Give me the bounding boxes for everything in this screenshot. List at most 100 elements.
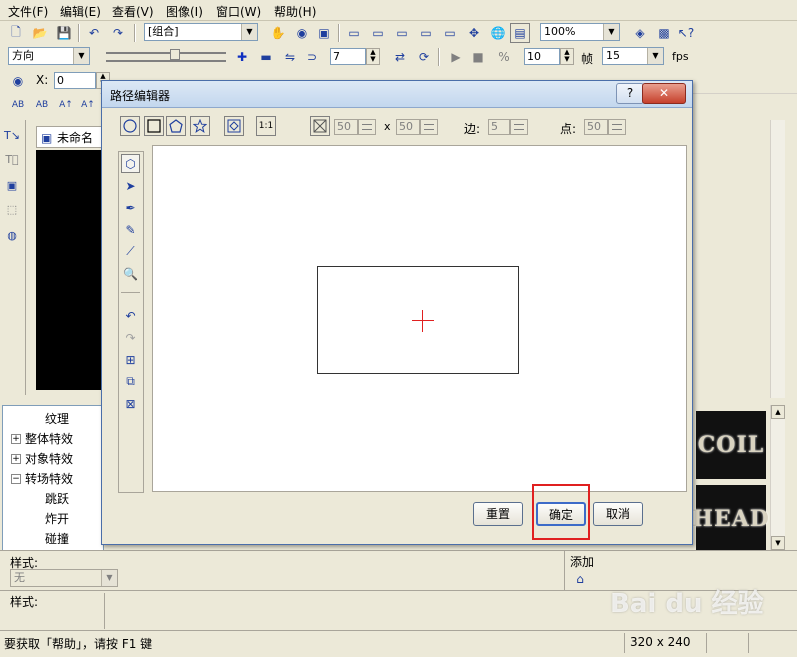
select-icon[interactable]: ⬚	[3, 200, 21, 218]
node-edit-icon[interactable]: ⟋	[121, 242, 140, 261]
menu-image[interactable]: 图像(I)	[166, 3, 203, 20]
menu-view[interactable]: 查看(V)	[112, 3, 154, 20]
value-spinner[interactable]: ▲ ▼	[560, 48, 574, 65]
add-point-icon[interactable]: ✒	[121, 198, 140, 217]
text-insert-icon[interactable]: T↘	[3, 126, 21, 144]
value-field[interactable]: 10	[524, 48, 560, 65]
globe-icon[interactable]: 🌐	[488, 23, 508, 43]
clear-path-icon[interactable]: ⊠	[121, 394, 140, 413]
text-tool-icon[interactable]: A↑	[56, 95, 76, 115]
frame-field[interactable]: 7	[330, 48, 366, 65]
preview-icon[interactable]: ▤	[510, 23, 530, 43]
menu-window[interactable]: 窗口(W)	[216, 3, 261, 20]
tree-expander[interactable]: +	[11, 454, 21, 464]
layer-icon[interactable]: ▭	[416, 23, 436, 43]
x-field[interactable]: 0	[54, 72, 96, 89]
reset-button[interactable]: 重置	[473, 502, 523, 526]
chevron-down-icon[interactable]: ▼	[241, 24, 257, 40]
object-icon[interactable]: ◉	[8, 71, 28, 91]
menu-file[interactable]: 文件(F)	[8, 3, 48, 20]
zoom-combo[interactable]: 100% ▼	[540, 23, 620, 41]
gallery-thumbnail[interactable]: COIL	[696, 411, 766, 479]
shape-icon[interactable]: ◍	[3, 226, 21, 244]
chevron-down-icon[interactable]: ▼	[101, 570, 117, 586]
star-tool-icon[interactable]	[190, 116, 210, 136]
text-tool-icon[interactable]: AB	[32, 95, 52, 115]
path-canvas[interactable]	[152, 145, 687, 492]
fit-view-icon[interactable]	[224, 116, 244, 136]
pentagon-tool-icon[interactable]	[166, 116, 186, 136]
chevron-down-icon[interactable]: ▼	[73, 48, 89, 64]
undo-icon[interactable]: ↶	[121, 306, 140, 325]
dialog-title-bar[interactable]: 路径编辑器 ? ✕	[102, 81, 692, 108]
actual-size-button[interactable]: 1:1	[256, 116, 276, 136]
pointer-icon[interactable]: ➤	[121, 176, 140, 195]
points-spinner[interactable]	[608, 119, 626, 135]
text-tool-icon[interactable]: A↑	[78, 95, 98, 115]
tree-item-explode[interactable]: 炸开	[45, 510, 69, 527]
layer-icon[interactable]: ▭	[392, 23, 412, 43]
gallery-scrollbar[interactable]: ▲ ▼	[770, 405, 785, 550]
points-field[interactable]: 50	[584, 119, 608, 135]
sides-spinner[interactable]	[510, 119, 528, 135]
sides-field[interactable]: 5	[488, 119, 510, 135]
circle-tool-icon[interactable]	[120, 116, 140, 136]
tree-item-texture[interactable]: 纹理	[45, 410, 69, 427]
move-keyframe-icon[interactable]: ⇋	[280, 47, 300, 67]
help-button[interactable]: ?	[616, 83, 644, 104]
scroll-down-icon[interactable]: ▼	[771, 536, 785, 550]
text-tool-icon[interactable]: AB	[8, 95, 28, 115]
zoom-icon[interactable]: 🔍	[121, 264, 140, 283]
layer-icon[interactable]: ▭	[344, 23, 364, 43]
context-help-icon[interactable]: ↖?	[676, 23, 696, 43]
save-icon[interactable]: 💾	[54, 23, 74, 43]
import-path-icon[interactable]: ⊞	[121, 350, 140, 369]
tree-expander[interactable]: −	[11, 474, 21, 484]
menu-edit[interactable]: 编辑(E)	[60, 3, 101, 20]
undo-icon[interactable]: ↶	[84, 23, 104, 43]
cancel-button[interactable]: 取消	[593, 502, 643, 526]
palette-icon[interactable]: ◈	[630, 23, 650, 43]
redo-icon[interactable]: ↷	[121, 328, 140, 347]
pen-icon[interactable]: ✎	[121, 220, 140, 239]
new-file-icon[interactable]: 🗋	[6, 23, 26, 43]
gallery-thumbnail[interactable]: HEAD	[692, 485, 769, 553]
effect-icon[interactable]: ✥	[464, 23, 484, 43]
style-combo[interactable]: 无 ▼	[10, 569, 118, 587]
swap-icon[interactable]: ⇄	[390, 47, 410, 67]
timeline-slider[interactable]	[100, 49, 230, 65]
fit-icon[interactable]: ▣	[314, 23, 334, 43]
hand-icon[interactable]: ✋	[268, 23, 288, 43]
rectangle-tool-icon[interactable]	[144, 116, 164, 136]
layer-icon[interactable]: ▭	[440, 23, 460, 43]
stop-icon[interactable]: ■	[468, 47, 488, 67]
width-field[interactable]: 50	[334, 119, 358, 135]
rectangle-path[interactable]	[317, 266, 519, 374]
polygon-select-icon[interactable]: ⬡	[121, 154, 140, 173]
direction-combo[interactable]: 方向 ▼	[8, 47, 90, 65]
tree-item-object-effects[interactable]: 对象特效	[25, 450, 73, 467]
workspace-scrollbar[interactable]	[770, 120, 785, 398]
open-folder-icon[interactable]: 📂	[30, 23, 50, 43]
fps-combo[interactable]: 15 ▼	[602, 47, 664, 65]
remove-keyframe-icon[interactable]: ▬	[256, 47, 276, 67]
close-button[interactable]: ✕	[642, 83, 686, 104]
export-icon[interactable]: ▩	[654, 23, 674, 43]
rotate-icon[interactable]: ⟳	[414, 47, 434, 67]
object-icon[interactable]: ◉	[292, 23, 312, 43]
height-spinner[interactable]	[420, 119, 438, 135]
text-frame-icon[interactable]: T⃞	[3, 150, 21, 168]
group-combo[interactable]: [组合] ▼	[144, 23, 258, 41]
chevron-down-icon[interactable]: ▼	[647, 48, 663, 64]
play-icon[interactable]: ▶	[446, 47, 466, 67]
menu-help[interactable]: 帮助(H)	[274, 3, 316, 20]
chevron-down-icon[interactable]: ▼	[603, 24, 619, 40]
scroll-up-icon[interactable]: ▲	[771, 405, 785, 419]
add-keyframe-icon[interactable]: ✚	[232, 47, 252, 67]
tree-item-global-effects[interactable]: 整体特效	[25, 430, 73, 447]
width-spinner[interactable]	[358, 119, 376, 135]
height-field[interactable]: 50	[396, 119, 420, 135]
loop-icon[interactable]: ⊃	[302, 47, 322, 67]
image-icon[interactable]: ▣	[3, 176, 21, 194]
size-lock-icon[interactable]	[310, 116, 330, 136]
